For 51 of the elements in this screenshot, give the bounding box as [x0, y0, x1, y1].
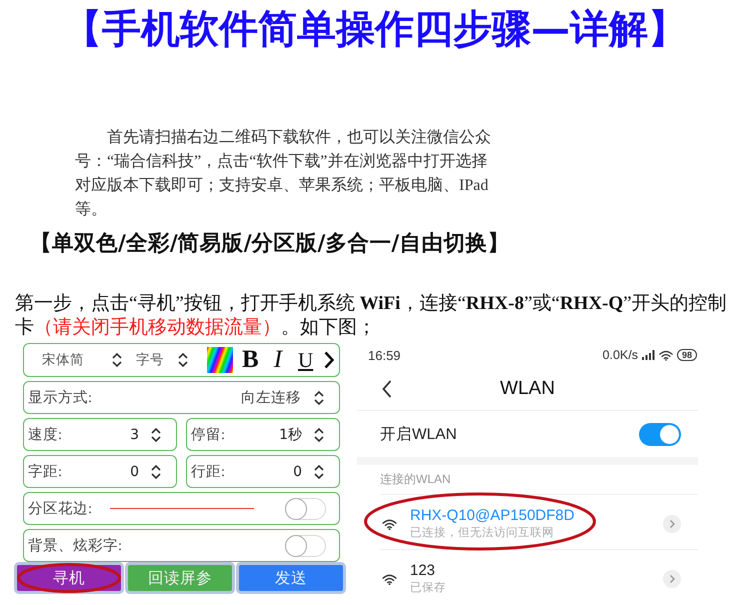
underline-button[interactable]: U [298, 347, 314, 373]
version-heading: 【单双色/全彩/简易版/分区版/多合一/自由切换】 [30, 230, 510, 258]
toggle-switch[interactable] [285, 498, 326, 520]
setting-label: 行距: [191, 463, 226, 481]
signal-icon [642, 350, 655, 360]
screen-title: WLAN [500, 378, 555, 400]
network-name: RHX-Q10@AP150DF8D [410, 506, 574, 525]
page-title: 【手机软件简单操作四步骤—详解】 [62, 7, 688, 53]
updown-icon [151, 426, 161, 442]
network-status: 已连接，但无法访问互联网 [410, 525, 555, 541]
updown-icon [112, 352, 122, 368]
wifi-icon [382, 574, 397, 584]
setting-label: 速度: [28, 426, 62, 444]
network-row[interactable]: 123 已保存 [380, 550, 698, 597]
updown-icon [314, 464, 324, 480]
network-name: 123 [410, 561, 436, 580]
network-status: 已保存 [410, 580, 446, 596]
action-button[interactable]: 发送 [236, 562, 346, 594]
italic-button[interactable]: I [274, 347, 282, 373]
font-select[interactable]: 宋体简 [42, 351, 122, 369]
network-speed: 0.0K/s [602, 348, 638, 362]
intro-paragraph: 首先请扫描右边二维码下载软件，也可以关注微信公众号：“瑞合信科技”，点击“软件下载”并在浏览器中打开选择对应版本下载即可；支持安卓、苹果系统；平板电脑、IPad 等。 [75, 128, 492, 220]
bold-button[interactable]: B [242, 347, 259, 373]
chevron-right-icon[interactable] [324, 351, 334, 369]
setting-label: 字距: [28, 462, 62, 481]
value-stepper[interactable]: 0 [130, 464, 161, 480]
action-button[interactable]: 寻机 [14, 562, 124, 594]
setting-label: 显示方式: [28, 388, 92, 407]
value-stepper[interactable]: 3 [130, 426, 161, 442]
size-select[interactable]: 字号 [136, 351, 188, 369]
wifi-icon [658, 350, 673, 360]
toggle-switch[interactable] [639, 422, 681, 446]
setting-label: 分区花边: [28, 500, 92, 518]
step-instruction: 第一步，点击“寻机”按钮，打开手机系统 WiFi，连接“RHX-8”或“RHX-Q”开头的控制卡（请关闭手机移动数据流量）。如下图； [15, 292, 728, 340]
value-stepper[interactable]: 1秒 [279, 426, 324, 444]
updown-icon [178, 352, 188, 368]
setting-label: 停留: [191, 426, 226, 444]
updown-icon [314, 390, 324, 406]
value-stepper[interactable]: 0 [293, 464, 324, 480]
wifi-icon [382, 518, 397, 530]
gradient-swatch-icon[interactable] [207, 347, 233, 373]
updown-icon [314, 426, 324, 442]
wlan-label: 开启WLAN [380, 424, 457, 444]
setting-label: 背景、炫彩字: [28, 536, 122, 555]
section-label: 连接的WLAN [380, 471, 451, 488]
toggle-switch[interactable] [285, 534, 326, 556]
back-icon[interactable] [382, 380, 392, 398]
option-select[interactable]: 向左连移 [241, 388, 324, 407]
updown-icon [151, 464, 161, 480]
battery-indicator: 98 [676, 349, 697, 361]
status-time: 16:59 [368, 348, 401, 362]
